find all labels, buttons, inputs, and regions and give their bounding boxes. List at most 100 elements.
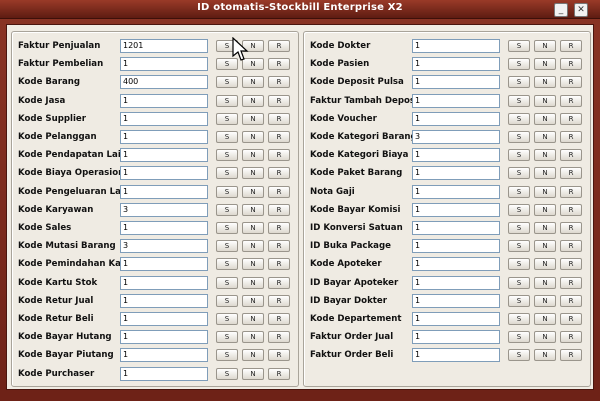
- n-button[interactable]: N: [242, 258, 264, 271]
- setting-value-input[interactable]: 1: [412, 111, 500, 126]
- setting-value-input[interactable]: 1: [120, 184, 208, 199]
- r-button[interactable]: R: [560, 258, 582, 271]
- s-button[interactable]: S: [508, 149, 530, 162]
- r-button[interactable]: R: [560, 131, 582, 143]
- setting-value-input[interactable]: 1: [120, 221, 208, 235]
- r-button[interactable]: R: [560, 185, 582, 198]
- s-button[interactable]: S: [508, 222, 530, 234]
- r-button[interactable]: R: [560, 331, 582, 344]
- setting-value-input[interactable]: 1: [120, 57, 208, 72]
- s-button[interactable]: S: [216, 349, 238, 362]
- s-button[interactable]: S: [216, 258, 238, 271]
- r-button[interactable]: R: [268, 149, 290, 162]
- s-button[interactable]: S: [216, 131, 238, 143]
- setting-value-input[interactable]: 1: [412, 184, 500, 199]
- n-button[interactable]: N: [534, 149, 556, 162]
- s-button[interactable]: S: [216, 222, 238, 234]
- n-button[interactable]: N: [534, 76, 556, 89]
- setting-value-input[interactable]: 1: [120, 348, 208, 363]
- n-button[interactable]: N: [534, 112, 556, 125]
- s-button[interactable]: S: [508, 40, 530, 52]
- setting-value-input[interactable]: 1: [120, 330, 208, 345]
- setting-value-input[interactable]: 1: [412, 148, 500, 163]
- setting-value-input[interactable]: 1: [412, 166, 500, 181]
- n-button[interactable]: N: [534, 131, 556, 143]
- setting-value-input[interactable]: 3: [120, 202, 208, 217]
- n-button[interactable]: N: [242, 276, 264, 289]
- setting-value-input[interactable]: 1: [412, 239, 500, 254]
- r-button[interactable]: R: [560, 76, 582, 89]
- s-button[interactable]: S: [508, 112, 530, 125]
- n-button[interactable]: N: [534, 203, 556, 216]
- s-button[interactable]: S: [216, 203, 238, 216]
- setting-value-input[interactable]: 1: [120, 366, 208, 381]
- setting-value-input[interactable]: 3: [412, 130, 500, 144]
- s-button[interactable]: S: [508, 331, 530, 344]
- r-button[interactable]: R: [560, 240, 582, 253]
- n-button[interactable]: N: [534, 331, 556, 344]
- n-button[interactable]: N: [534, 294, 556, 307]
- n-button[interactable]: N: [534, 349, 556, 362]
- s-button[interactable]: S: [216, 185, 238, 198]
- setting-value-input[interactable]: 3: [120, 239, 208, 254]
- n-button[interactable]: N: [242, 240, 264, 253]
- r-button[interactable]: R: [560, 149, 582, 162]
- r-button[interactable]: R: [268, 349, 290, 362]
- setting-value-input[interactable]: 1: [412, 312, 500, 326]
- r-button[interactable]: R: [268, 240, 290, 253]
- s-button[interactable]: S: [216, 276, 238, 289]
- n-button[interactable]: N: [534, 222, 556, 234]
- s-button[interactable]: S: [508, 76, 530, 89]
- n-button[interactable]: N: [242, 94, 264, 107]
- n-button[interactable]: N: [242, 203, 264, 216]
- n-button[interactable]: N: [242, 131, 264, 143]
- n-button[interactable]: N: [242, 367, 264, 380]
- setting-value-input[interactable]: 1: [412, 330, 500, 345]
- setting-value-input[interactable]: 1: [412, 75, 500, 90]
- n-button[interactable]: N: [534, 40, 556, 52]
- r-button[interactable]: R: [268, 313, 290, 325]
- setting-value-input[interactable]: 1: [120, 257, 208, 272]
- s-button[interactable]: S: [508, 185, 530, 198]
- r-button[interactable]: R: [560, 276, 582, 289]
- s-button[interactable]: S: [216, 94, 238, 107]
- title-bar[interactable]: ID otomatis-Stockbill Enterprise X2 _ ✕: [0, 0, 600, 19]
- r-button[interactable]: R: [268, 222, 290, 234]
- n-button[interactable]: N: [242, 167, 264, 180]
- n-button[interactable]: N: [534, 58, 556, 71]
- n-button[interactable]: N: [534, 276, 556, 289]
- r-button[interactable]: R: [268, 203, 290, 216]
- r-button[interactable]: R: [560, 349, 582, 362]
- n-button[interactable]: N: [242, 76, 264, 89]
- r-button[interactable]: R: [560, 58, 582, 71]
- r-button[interactable]: R: [268, 331, 290, 344]
- r-button[interactable]: R: [560, 222, 582, 234]
- setting-value-input[interactable]: 1: [412, 39, 500, 53]
- r-button[interactable]: R: [268, 40, 290, 52]
- r-button[interactable]: R: [268, 185, 290, 198]
- r-button[interactable]: R: [560, 40, 582, 52]
- s-button[interactable]: S: [508, 240, 530, 253]
- setting-value-input[interactable]: 1: [120, 293, 208, 308]
- s-button[interactable]: S: [508, 167, 530, 180]
- setting-value-input[interactable]: 1: [412, 348, 500, 363]
- minimize-button[interactable]: _: [554, 3, 568, 17]
- r-button[interactable]: R: [560, 167, 582, 180]
- setting-value-input[interactable]: 1: [120, 111, 208, 126]
- r-button[interactable]: R: [268, 58, 290, 71]
- n-button[interactable]: N: [242, 112, 264, 125]
- r-button[interactable]: R: [560, 294, 582, 307]
- s-button[interactable]: S: [508, 258, 530, 271]
- r-button[interactable]: R: [560, 313, 582, 325]
- n-button[interactable]: N: [534, 185, 556, 198]
- setting-value-input[interactable]: 1: [412, 293, 500, 308]
- s-button[interactable]: S: [216, 76, 238, 89]
- s-button[interactable]: S: [508, 276, 530, 289]
- setting-value-input[interactable]: 1: [120, 166, 208, 181]
- r-button[interactable]: R: [268, 94, 290, 107]
- s-button[interactable]: S: [508, 58, 530, 71]
- s-button[interactable]: S: [508, 349, 530, 362]
- setting-value-input[interactable]: 1: [412, 275, 500, 290]
- setting-value-input[interactable]: 1: [412, 257, 500, 272]
- setting-value-input[interactable]: 1: [120, 130, 208, 144]
